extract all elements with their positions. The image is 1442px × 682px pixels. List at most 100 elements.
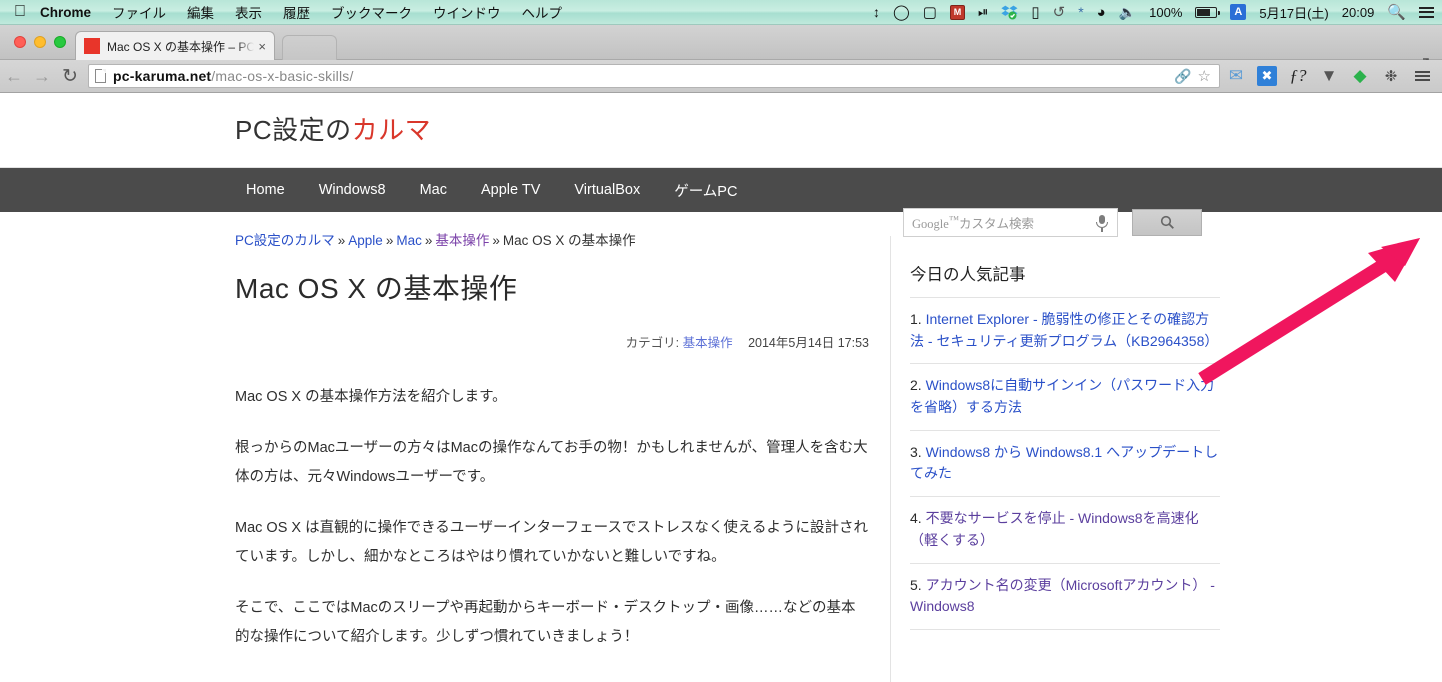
list-item-number: 3.	[910, 443, 922, 460]
tab-title: Mac OS X の基本操作 – PC設	[107, 39, 255, 54]
new-tab-button[interactable]	[282, 35, 337, 60]
battery-icon[interactable]	[1195, 6, 1221, 18]
list-item-number: 2.	[910, 377, 922, 394]
extension-toolbar: ✉ ✖ ƒ? ▼ ◆ ❉	[1226, 66, 1442, 86]
bug-icon[interactable]: ❉	[1381, 66, 1401, 86]
updown-arrow-icon[interactable]: ↕	[873, 4, 880, 20]
volume-icon[interactable]: 🔈	[1119, 4, 1136, 21]
site-title-plain: PC設定の	[235, 115, 352, 145]
airplay-icon[interactable]: ▯	[1031, 3, 1039, 21]
list-item[interactable]: 4. 不要なサービスを停止 - Windows8を高速化（軽くする）	[910, 496, 1220, 562]
pocket-icon[interactable]: ▼	[1319, 66, 1339, 86]
list-item-link[interactable]: Internet Explorer - 脆弱性の修正とその確認方法 - セキュリ…	[910, 311, 1218, 349]
wifi-icon[interactable]: ◕	[1097, 4, 1106, 21]
sidebar-heading: 今日の人気記事	[910, 266, 1026, 284]
breadcrumb-item-0[interactable]: PC設定のカルマ	[235, 233, 335, 248]
nav-item-game-pc[interactable]: ゲームPC	[657, 180, 754, 201]
chrome-toolbar: ← → ↻ pc-karuma.net/mac-os-x-basic-skill…	[0, 60, 1442, 93]
xmarks-icon[interactable]: ✖	[1257, 66, 1277, 86]
menu-item-bookmarks[interactable]: ブックマーク	[331, 2, 412, 22]
notification-center-icon[interactable]	[1419, 6, 1434, 18]
forward-button[interactable]: →	[28, 66, 56, 87]
site-header: PC設定のカルマ Google™カスタム検索	[0, 94, 1442, 237]
browser-tab-active[interactable]: Mac OS X の基本操作 – PC設 ×	[75, 31, 275, 60]
chrome-tab-strip: Mac OS X の基本操作 – PC設 ×	[0, 25, 1442, 73]
nav-item-virtualbox[interactable]: VirtualBox	[557, 182, 657, 198]
article-paragraph: Mac OS X は直観的に操作できるユーザーインターフェースでストレスなく使え…	[235, 520, 868, 565]
list-item-link[interactable]: Windows8 から Windows8.1 へアップデートしてみた	[910, 444, 1218, 482]
page-content: PC設定のカルマ» Apple» Mac» 基本操作» Mac OS X の基本操作 M…	[0, 212, 1442, 682]
popular-article-list: 1. Internet Explorer - 脆弱性の修正とその確認方法 - セ…	[910, 297, 1220, 630]
menubar-clock: 20:09	[1341, 4, 1375, 20]
feedly-icon[interactable]: ◆	[1350, 66, 1370, 86]
article-paragraph: そこで、ここではMacのスリープや再起動からキーボード・デスクトップ・画像……な…	[235, 600, 856, 645]
breadcrumb-item-3[interactable]: 基本操作	[435, 233, 489, 248]
macos-menu-bar:  Chrome ファイル 編集 表示 履歴 ブックマーク ウインドウ ヘルプ …	[0, 0, 1442, 25]
back-button[interactable]: ←	[0, 66, 28, 87]
category-label: カテゴリ:	[625, 336, 680, 350]
nav-item-home[interactable]: Home	[229, 182, 302, 198]
tab-favicon-icon	[84, 38, 100, 54]
list-item-number: 4.	[910, 510, 922, 527]
close-window-button[interactable]	[14, 36, 26, 48]
menu-item-view[interactable]: 表示	[235, 2, 262, 22]
web-page-viewport: PC設定のカルマ Google™カスタム検索 Home Windows8 Mac…	[0, 94, 1442, 682]
list-item[interactable]: 1. Internet Explorer - 脆弱性の修正とその確認方法 - セ…	[910, 297, 1220, 363]
category-link[interactable]: 基本操作	[683, 336, 733, 350]
menu-item-file[interactable]: ファイル	[112, 2, 166, 22]
maximize-window-button[interactable]	[54, 36, 66, 48]
mcafee-icon[interactable]: M	[949, 4, 965, 20]
breadcrumb-separator: »	[424, 233, 433, 248]
list-item-number: 1.	[910, 311, 922, 327]
dropbox-glyph	[1001, 5, 1018, 19]
fast-forward-icon[interactable]: ⏯	[978, 4, 988, 20]
bluetooth-icon[interactable]: *	[1078, 4, 1083, 20]
site-navigation: Home Windows8 Mac Apple TV VirtualBox ゲー…	[0, 168, 1442, 212]
square-icon[interactable]: ▢	[923, 3, 937, 21]
list-item[interactable]: 5. アカウント名の変更（Microsoftアカウント） - Windows8	[910, 562, 1220, 630]
f-question-icon[interactable]: ƒ?	[1288, 66, 1308, 86]
breadcrumb-separator: »	[337, 233, 346, 248]
url-domain: pc-karuma.net	[113, 68, 212, 84]
dropbox-icon[interactable]	[1001, 5, 1018, 20]
star-icon[interactable]: ☆	[1198, 67, 1211, 85]
battery-percent-label: 100%	[1149, 4, 1183, 20]
mail-icon[interactable]: ✉	[1226, 66, 1246, 86]
list-item-link[interactable]: アカウント名の変更（Microsoftアカウント） - Windows8	[910, 577, 1215, 615]
nav-item-apple-tv[interactable]: Apple TV	[464, 182, 557, 198]
nav-item-windows8[interactable]: Windows8	[302, 182, 403, 198]
breadcrumb-item-1[interactable]: Apple	[348, 233, 383, 248]
time-machine-icon[interactable]: ↺	[1053, 3, 1066, 21]
breadcrumb-item-2[interactable]: Mac	[396, 233, 422, 248]
list-item[interactable]: 3. Windows8 から Windows8.1 へアップデートしてみた	[910, 429, 1220, 496]
article-meta: カテゴリ: 基本操作 2014年5月14日 17:53	[235, 332, 869, 351]
breadcrumb-separator: »	[385, 233, 394, 248]
url-path: /mac-os-x-basic-skills/	[211, 68, 354, 84]
circle-icon[interactable]: ◯	[893, 3, 910, 21]
minimize-window-button[interactable]	[34, 36, 46, 48]
menu-item-chrome[interactable]: Chrome	[40, 5, 91, 20]
menu-item-edit[interactable]: 編集	[187, 2, 214, 22]
link-chain-icon[interactable]: 🔗	[1174, 68, 1191, 85]
menu-item-history[interactable]: 履歴	[283, 2, 310, 22]
breadcrumb: PC設定のカルマ» Apple» Mac» 基本操作» Mac OS X の基本操作	[235, 229, 636, 249]
list-item-link[interactable]: Windows8に自動サインイン（パスワード入力を省略）する方法	[910, 377, 1214, 415]
article-date: 2014年5月14日 17:53	[748, 336, 869, 350]
list-item-link[interactable]: 不要なサービスを停止 - Windows8を高速化（軽くする）	[910, 510, 1199, 548]
site-logo-title[interactable]: PC設定のカルマ	[235, 110, 431, 147]
input-source-letter: A	[1230, 4, 1247, 20]
address-bar[interactable]: pc-karuma.net/mac-os-x-basic-skills/ 🔗 ☆	[88, 64, 1220, 88]
search-icon[interactable]: 🔍	[1387, 3, 1406, 21]
menu-item-window[interactable]: ウインドウ	[433, 2, 501, 22]
column-divider	[890, 236, 891, 682]
nav-item-mac[interactable]: Mac	[403, 182, 464, 198]
apple-logo-icon[interactable]: 	[14, 4, 26, 20]
tab-close-icon[interactable]: ×	[258, 39, 266, 54]
menu-item-help[interactable]: ヘルプ	[522, 2, 563, 22]
window-controls[interactable]	[14, 36, 66, 48]
reload-button[interactable]: ↻	[56, 65, 84, 88]
chrome-menu-icon[interactable]	[1412, 66, 1432, 86]
list-item-number: 5.	[910, 576, 922, 593]
list-item[interactable]: 2. Windows8に自動サインイン（パスワード入力を省略）する方法	[910, 363, 1220, 429]
input-source-icon[interactable]: A	[1230, 4, 1247, 20]
